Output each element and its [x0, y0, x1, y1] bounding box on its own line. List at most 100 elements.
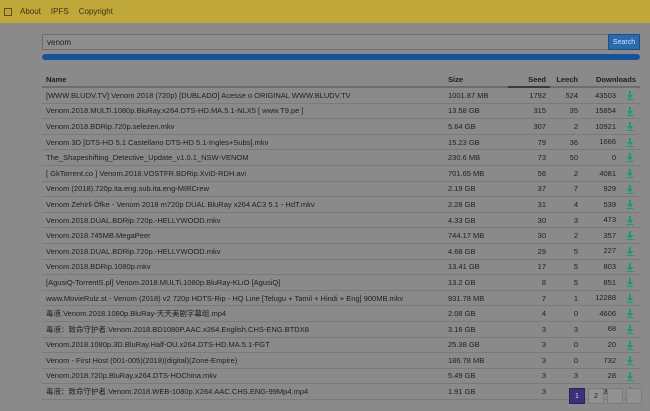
torrent-name[interactable]: Venom (2018).720p.ita.eng.sub.ita.eng-MI… — [42, 181, 444, 198]
download-arrow-icon[interactable] — [626, 340, 634, 350]
download-arrow-icon[interactable] — [626, 169, 634, 179]
nav-link-ipfs[interactable]: IPFS — [51, 7, 69, 16]
seed-count: 79 — [508, 134, 550, 151]
nav-link-about[interactable]: About — [20, 7, 41, 16]
page-button[interactable] — [626, 388, 642, 404]
download-arrow-icon[interactable] — [626, 356, 634, 366]
table-row[interactable]: Venom - First Host (001-005)(2018)(digit… — [42, 352, 640, 369]
leech-count: 524 — [550, 87, 582, 104]
search-button[interactable]: Search — [608, 34, 640, 50]
torrent-name[interactable]: Venom.2018.DUAL.BDRip.720p.-HELLYWOOD.mk… — [42, 243, 444, 260]
table-row[interactable]: 毒液.Venom.2018.1080p.BluRay-天天美剧字幕组.mp4 2.… — [42, 305, 640, 322]
torrent-name[interactable]: Venom Zehirli Öfke - Venom 2018 m720p DU… — [42, 196, 444, 213]
torrent-size-text: 1001.87 MB — [448, 90, 489, 100]
torrent-name[interactable]: 毒液：致命守护者.Venom.2018.WEB-1080p.X264.AAC.C… — [42, 383, 444, 400]
download-arrow-icon[interactable] — [626, 371, 634, 381]
search-bar: Search — [42, 34, 640, 50]
download-arrow-icon[interactable] — [626, 122, 634, 132]
download-count: 4606 — [582, 305, 640, 322]
table-row[interactable]: www.MovieRulz.st - Venom (2018) v2 720p … — [42, 290, 640, 307]
torrent-size-text: 2.19 GB — [448, 184, 476, 194]
torrent-size-text: 2.28 GB — [448, 199, 476, 209]
column-header-leech[interactable]: Leech — [550, 72, 582, 88]
seed-count: 1792 — [508, 87, 550, 104]
table-row[interactable]: [AgusiQ-TorrentS.pl] Venom.2018.MULTi.10… — [42, 274, 640, 291]
torrent-name[interactable]: 毒液.Venom.2018.1080p.BluRay-天天美剧字幕组.mp4 — [42, 305, 444, 322]
seed-count: 31 — [508, 196, 550, 213]
download-count-text: 20 — [607, 340, 616, 350]
torrent-name[interactable]: Venom.2018.DUAL.BDRip.720p.-HELLYWOOD.mk… — [42, 212, 444, 229]
leech-count: 35 — [550, 103, 582, 120]
torrent-size-text: 2.08 GB — [448, 309, 476, 319]
page-button[interactable]: 1 — [569, 388, 585, 404]
leech-count-text: 5 — [573, 246, 578, 256]
torrent-name[interactable]: Venom.2018.MULTi.1080p.BluRay.x264.DTS-H… — [42, 103, 444, 120]
column-header-name[interactable]: Name — [42, 72, 444, 88]
torrent-name[interactable]: Venom.2018.BDRip.1080p.mkv — [42, 259, 444, 276]
column-header-seed[interactable]: Seed — [508, 72, 550, 88]
download-arrow-icon[interactable] — [626, 324, 634, 334]
table-row[interactable]: Venom 3D [DTS-HD 5.1 Castellano DTS-HD 5… — [42, 134, 640, 151]
download-arrow-icon[interactable] — [626, 184, 634, 194]
leech-count: 5 — [550, 243, 582, 260]
table-row[interactable]: Venom.2018.DUAL.BDRip.720p.-HELLYWOOD.mk… — [42, 243, 640, 260]
torrent-name[interactable]: Venom.2018.745MB.MegaPeer — [42, 227, 444, 244]
download-arrow-icon[interactable] — [626, 293, 634, 303]
logo-icon[interactable] — [4, 7, 12, 16]
page-button[interactable] — [607, 388, 623, 404]
torrent-name-text: Venom.2018.MULTi.1080p.BluRay.x264.DTS-H… — [46, 106, 304, 116]
torrent-name[interactable]: Venom.2018.1080p.3D.BluRay.Half-OU.x264.… — [42, 337, 444, 354]
download-arrow-icon[interactable] — [626, 91, 634, 101]
table-row[interactable]: 毒液：致命守护者.Venom.2018.BD1080P.AAC.x264.Eng… — [42, 321, 640, 338]
download-arrow-icon[interactable] — [626, 153, 634, 163]
download-arrow-icon[interactable] — [626, 106, 634, 116]
seed-count: 3 — [508, 337, 550, 354]
seed-count: 37 — [508, 181, 550, 198]
torrent-name[interactable]: [ GkTorrent.co ] Venom.2018.VOSTFR.BDRip… — [42, 165, 444, 182]
table-row[interactable]: Venom.2018.1080p.3D.BluRay.Half-OU.x264.… — [42, 337, 640, 354]
table-row[interactable]: Venom Zehirli Öfke - Venom 2018 m720p DU… — [42, 196, 640, 213]
table-row[interactable]: Venom.2018.MULTi.1080p.BluRay.x264.DTS-H… — [42, 103, 640, 120]
table-row[interactable]: 毒液：致命守护者.Venom.2018.WEB-1080p.X264.AAC.C… — [42, 383, 640, 400]
torrent-name[interactable]: Venom 3D [DTS-HD 5.1 Castellano DTS-HD 5… — [42, 134, 444, 151]
search-input[interactable] — [42, 34, 608, 50]
download-arrow-icon[interactable] — [626, 231, 634, 241]
table-row[interactable]: Venom.2018.DUAL.BDRip.720p.-HELLYWOOD.mk… — [42, 212, 640, 229]
torrent-name-text: 毒液：致命守护者.Venom.2018.WEB-1080p.X264.AAC.C… — [46, 387, 309, 397]
table-row[interactable]: [WWW.BLUDV.TV] Venom 2018 (720p) [DUBLAD… — [42, 87, 640, 104]
torrent-name[interactable]: Venom - First Host (001-005)(2018)(digit… — [42, 352, 444, 369]
torrent-name[interactable]: The_Shapeshifting_Detective_Update_v1.0.… — [42, 149, 444, 166]
torrent-name-text: Venom.2018.DUAL.BDRip.720p.-HELLYWOOD.mk… — [46, 246, 221, 256]
download-arrow-icon[interactable] — [626, 262, 634, 272]
column-header-size[interactable]: Size — [444, 72, 508, 88]
torrent-name[interactable]: [WWW.BLUDV.TV] Venom 2018 (720p) [DUBLAD… — [42, 87, 444, 104]
torrent-name[interactable]: 毒液：致命守护者.Venom.2018.BD1080P.AAC.x264.Eng… — [42, 321, 444, 338]
download-arrow-icon[interactable] — [626, 278, 634, 288]
torrent-name[interactable]: www.MovieRulz.st - Venom (2018) v2 720p … — [42, 290, 444, 307]
download-arrow-icon[interactable] — [626, 137, 634, 147]
download-count: 851 — [582, 274, 640, 291]
table-row[interactable]: Venom.2018.BDRip.720p.selezen.mkv 5.64 GB… — [42, 118, 640, 135]
page-button[interactable]: 2 — [588, 388, 604, 404]
download-arrow-icon[interactable] — [626, 200, 634, 210]
download-arrow-icon[interactable] — [626, 309, 634, 319]
table-row[interactable]: Venom (2018).720p.ita.eng.sub.ita.eng-MI… — [42, 181, 640, 198]
torrent-size-text: 230.6 MB — [448, 153, 481, 163]
leech-count-text: 36 — [569, 137, 578, 147]
table-row[interactable]: [ GkTorrent.co ] Venom.2018.VOSTFR.BDRip… — [42, 165, 640, 182]
column-header-downloads[interactable]: Downloads — [582, 72, 640, 88]
torrent-name[interactable]: Venom.2018.720p.BluRay.x264.DTS-HDChina.… — [42, 368, 444, 385]
download-arrow-icon[interactable] — [626, 246, 634, 256]
table-row[interactable]: Venom.2018.720p.BluRay.x264.DTS-HDChina.… — [42, 368, 640, 385]
download-arrow-icon[interactable] — [626, 215, 634, 225]
table-row[interactable]: The_Shapeshifting_Detective_Update_v1.0.… — [42, 149, 640, 166]
nav-link-copyright[interactable]: Copyright — [79, 7, 113, 16]
torrent-name[interactable]: Venom.2018.BDRip.720p.selezen.mkv — [42, 118, 444, 135]
table-row[interactable]: Venom.2018.BDRip.1080p.mkv 13.41 GB 17 5 803 — [42, 259, 640, 276]
leech-count: 50 — [550, 149, 582, 166]
table-row[interactable]: Venom.2018.745MB.MegaPeer 744.17 MB 30 2 357 — [42, 227, 640, 244]
leech-count: 0 — [550, 305, 582, 322]
seed-count-text: 1792 — [529, 90, 546, 100]
seed-count-text: 17 — [537, 262, 546, 272]
torrent-name[interactable]: [AgusiQ-TorrentS.pl] Venom.2018.MULTi.10… — [42, 274, 444, 291]
